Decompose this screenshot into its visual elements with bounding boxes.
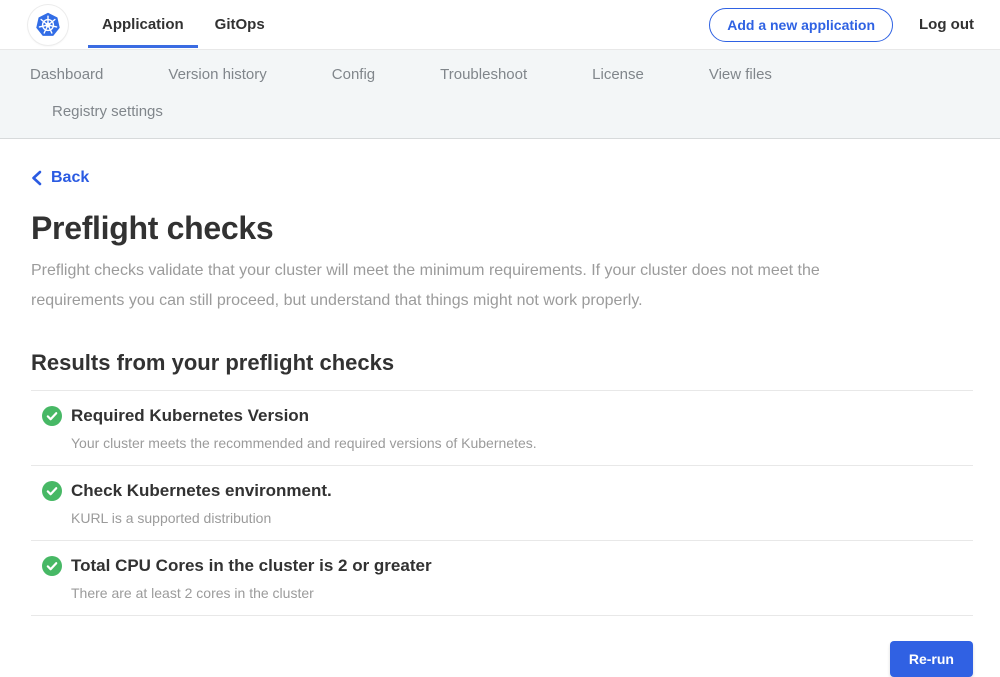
kubernetes-logo-icon xyxy=(28,5,68,45)
check-content: Total CPU Cores in the cluster is 2 or g… xyxy=(71,556,432,601)
subnav-item-version-history[interactable]: Version history xyxy=(168,66,266,83)
tab-gitops[interactable]: GitOps xyxy=(201,0,279,50)
back-link[interactable]: Back xyxy=(31,169,89,187)
app-header: Application GitOps Add a new application… xyxy=(0,0,1000,50)
subnav-item-config[interactable]: Config xyxy=(332,66,375,83)
subnav-row-2: Registry settings xyxy=(0,93,1000,130)
preflight-check-row: Total CPU Cores in the cluster is 2 or g… xyxy=(31,541,973,616)
check-content: Check Kubernetes environment. KURL is a … xyxy=(71,481,332,526)
preflight-page: Back Preflight checks Preflight checks v… xyxy=(0,139,1000,677)
add-new-application-button[interactable]: Add a new application xyxy=(709,8,893,42)
check-title: Check Kubernetes environment. xyxy=(71,481,332,501)
primary-tabs: Application GitOps xyxy=(88,0,279,50)
preflight-check-row: Required Kubernetes Version Your cluster… xyxy=(31,391,973,466)
subnav-item-registry-settings[interactable]: Registry settings xyxy=(52,103,163,120)
tab-application[interactable]: Application xyxy=(88,0,198,50)
subnav-item-license[interactable]: License xyxy=(592,66,644,83)
check-message: Your cluster meets the recommended and r… xyxy=(71,435,537,451)
results-heading: Results from your preflight checks xyxy=(31,350,973,376)
page-description: Preflight checks validate that your clus… xyxy=(31,256,973,316)
app-subnav: Dashboard Version history Config Trouble… xyxy=(0,50,1000,139)
check-title: Total CPU Cores in the cluster is 2 or g… xyxy=(71,556,432,576)
check-message: KURL is a supported distribution xyxy=(71,510,332,526)
logout-link[interactable]: Log out xyxy=(919,16,974,33)
subnav-item-troubleshoot[interactable]: Troubleshoot xyxy=(440,66,527,83)
check-title: Required Kubernetes Version xyxy=(71,406,537,426)
check-content: Required Kubernetes Version Your cluster… xyxy=(71,406,537,451)
chevron-left-icon xyxy=(31,170,42,186)
success-check-icon xyxy=(42,481,62,501)
preflight-results-list: Required Kubernetes Version Your cluster… xyxy=(31,390,973,616)
check-message: There are at least 2 cores in the cluste… xyxy=(71,585,432,601)
preflight-check-row: Check Kubernetes environment. KURL is a … xyxy=(31,466,973,541)
rerun-button[interactable]: Re-run xyxy=(890,641,973,677)
success-check-icon xyxy=(42,556,62,576)
subnav-item-view-files[interactable]: View files xyxy=(709,66,772,83)
page-title: Preflight checks xyxy=(31,210,973,247)
subnav-row-1: Dashboard Version history Config Trouble… xyxy=(0,56,1000,93)
back-label: Back xyxy=(51,169,89,187)
subnav-item-dashboard[interactable]: Dashboard xyxy=(30,66,103,83)
success-check-icon xyxy=(42,406,62,426)
page-footer: Re-run xyxy=(31,641,973,677)
